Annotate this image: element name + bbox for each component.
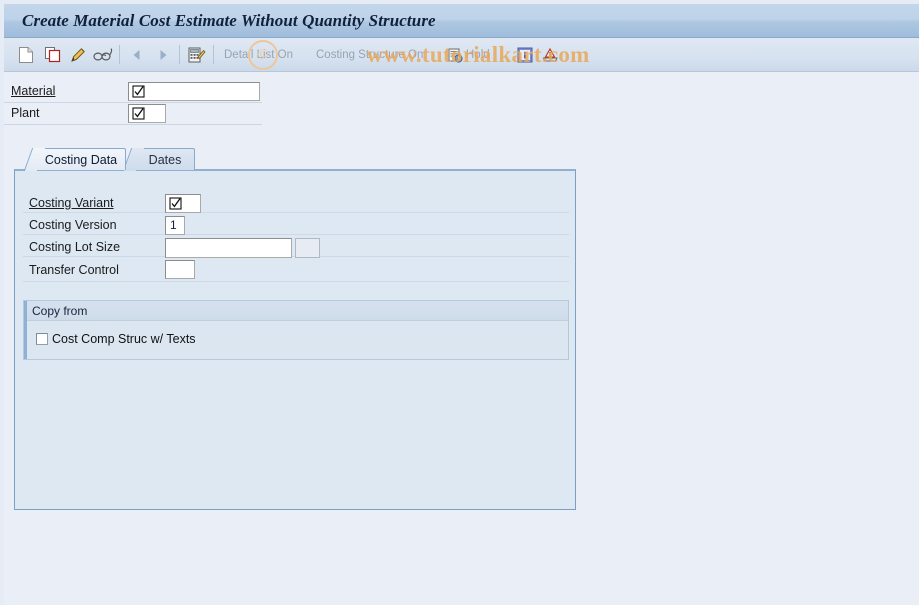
display-button[interactable] <box>93 38 113 72</box>
costing-variant-input[interactable] <box>165 194 201 213</box>
forward-button[interactable] <box>156 38 170 72</box>
header-row-divider-1 <box>4 102 262 103</box>
copy-icon <box>44 46 62 64</box>
new-document-button[interactable] <box>18 38 34 72</box>
material-label: Material <box>11 84 56 98</box>
message-button[interactable] <box>542 38 560 72</box>
tab-dates[interactable]: Dates <box>122 148 195 171</box>
glasses-icon <box>93 47 113 63</box>
copy-from-title: Copy from <box>24 301 568 321</box>
info-icon <box>517 47 533 63</box>
cost-comp-struc-checkbox[interactable] <box>36 333 48 345</box>
hold-icon <box>447 47 463 63</box>
copy-button[interactable] <box>44 38 62 72</box>
hold-label: Hold <box>466 49 490 61</box>
detail-list-label: Detail List On <box>224 49 294 61</box>
info-button[interactable] <box>517 38 533 72</box>
header-row-divider-2 <box>4 124 262 125</box>
window-left-edge <box>0 0 4 605</box>
costing-structure-label: Costing Structure On <box>316 49 424 61</box>
costing-lot-size-label: Costing Lot Size <box>29 240 121 254</box>
transfer-control-input[interactable] <box>165 260 195 279</box>
costing-data-panel: Costing Variant Costing Version 1 Costin… <box>14 169 576 510</box>
message-warning-icon <box>542 47 560 63</box>
copy-from-groupbox: Copy from Cost Comp Struc w/ Texts <box>23 300 569 360</box>
triangle-right-icon <box>156 48 170 62</box>
cost-comp-struc-label: Cost Comp Struc w/ Texts <box>52 332 196 346</box>
plant-input[interactable] <box>128 104 166 123</box>
costing-version-value: 1 <box>170 218 177 232</box>
checked-box-glyph <box>132 85 145 98</box>
costing-version-label: Costing Version <box>29 218 117 232</box>
application-toolbar: Detail List On Costing Structure On Hold <box>4 38 919 72</box>
groupbox-accent-bar <box>24 301 27 359</box>
costing-edit-button[interactable] <box>187 38 206 72</box>
detail-list-toggle-button[interactable]: Detail List On <box>224 38 293 72</box>
sap-transaction-screen: Create Material Cost Estimate Without Qu… <box>0 0 919 605</box>
costing-lot-size-input[interactable] <box>165 238 292 258</box>
document-icon <box>18 46 34 64</box>
hold-button[interactable]: Hold <box>447 38 490 72</box>
tab-dates-label: Dates <box>148 152 182 167</box>
change-button[interactable] <box>69 38 87 72</box>
tab-left-skew <box>122 148 145 171</box>
calculator-pencil-icon <box>187 46 206 64</box>
costing-structure-toggle-button[interactable]: Costing Structure On <box>316 38 423 72</box>
toolbar-separator-1 <box>119 45 120 64</box>
costing-version-input[interactable]: 1 <box>165 216 185 235</box>
panel-row-divider-1 <box>23 212 569 213</box>
tab-costing-data-label: Costing Data <box>44 152 118 167</box>
triangle-left-icon <box>130 48 144 62</box>
tab-left-skew <box>23 148 46 171</box>
material-input[interactable] <box>128 82 260 101</box>
plant-label: Plant <box>11 106 40 120</box>
page-title: Create Material Cost Estimate Without Qu… <box>22 11 436 30</box>
costing-lot-size-unit-input[interactable] <box>295 238 320 258</box>
title-bar: Create Material Cost Estimate Without Qu… <box>4 4 919 38</box>
back-button[interactable] <box>130 38 144 72</box>
checked-box-glyph <box>169 197 182 210</box>
pencil-icon <box>69 46 87 64</box>
toolbar-separator-2 <box>179 45 180 64</box>
panel-row-divider-2 <box>23 234 569 235</box>
cost-comp-struc-checkbox-row[interactable]: Cost Comp Struc w/ Texts <box>36 332 196 346</box>
tab-strip: Costing Data Dates <box>14 148 576 171</box>
checked-box-glyph <box>132 107 145 120</box>
transfer-control-label: Transfer Control <box>29 263 119 277</box>
costing-variant-label: Costing Variant <box>29 196 114 210</box>
toolbar-separator-3 <box>213 45 214 64</box>
panel-row-divider-4 <box>23 281 569 282</box>
tab-costing-data[interactable]: Costing Data <box>23 148 126 171</box>
